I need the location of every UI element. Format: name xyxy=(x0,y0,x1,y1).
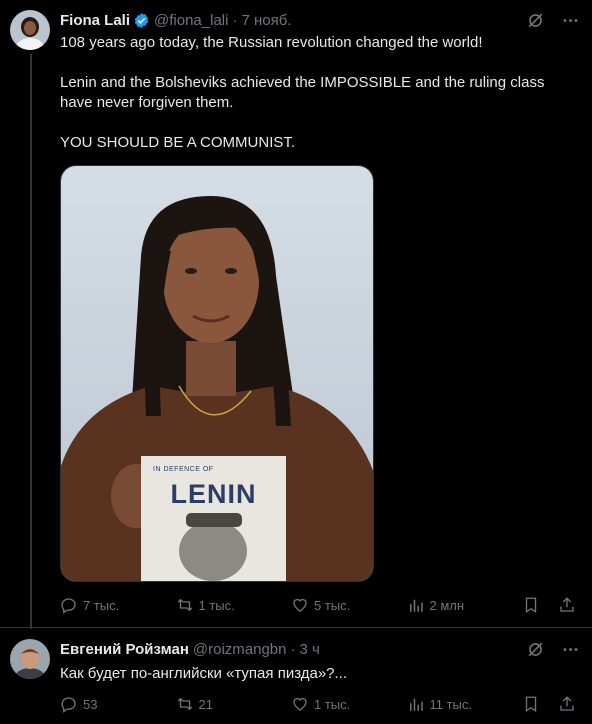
tweet-roizman[interactable]: Евгений Ройзман @roizmangbn · 3 ч Как бу… xyxy=(0,627,592,724)
like-icon xyxy=(293,598,307,612)
share-icon[interactable] xyxy=(558,695,576,713)
tweet-header: Fiona Lali @fiona_lali · 7 нояб. xyxy=(60,12,291,29)
reply-count: 7 тыс. xyxy=(83,597,120,613)
reply-button[interactable]: 53 xyxy=(60,695,176,713)
like-count: 1 тыс. xyxy=(314,696,351,712)
reply-count: 53 xyxy=(83,696,98,712)
views-button[interactable]: 2 млн xyxy=(407,596,523,614)
views-count: 2 млн xyxy=(429,597,465,613)
verified-badge-icon[interactable] xyxy=(133,12,150,29)
more-icon[interactable] xyxy=(561,11,580,30)
tweet-actions: 53 21 1 тыс. 11 тыс. xyxy=(60,695,576,713)
avatar-roizman[interactable] xyxy=(10,639,50,679)
author-handle[interactable]: @fiona_lali xyxy=(154,12,228,29)
reply-button[interactable]: 7 тыс. xyxy=(60,596,176,614)
bookmark-icon[interactable] xyxy=(522,695,540,713)
tweet-paragraph: Как будет по-английски «тупая пизда»?... xyxy=(60,665,348,682)
book-title: LENIN xyxy=(170,479,257,509)
views-count: 11 тыс. xyxy=(429,696,473,712)
like-button[interactable]: 5 тыс. xyxy=(291,596,407,614)
timestamp[interactable]: 3 ч xyxy=(300,641,320,658)
more-icon[interactable] xyxy=(561,640,580,659)
repost-icon xyxy=(177,598,192,612)
separator-dot: · xyxy=(290,641,296,658)
views-icon xyxy=(409,698,423,711)
reply-icon xyxy=(61,697,76,713)
thread-line xyxy=(30,54,32,629)
like-count: 5 тыс. xyxy=(314,597,351,613)
views-button[interactable]: 11 тыс. xyxy=(407,695,523,713)
author-handle[interactable]: @roizmangbn xyxy=(193,641,287,658)
avatar-fiona-lali[interactable] xyxy=(10,10,50,50)
grok-icon[interactable] xyxy=(526,640,545,659)
grok-icon[interactable] xyxy=(526,11,545,30)
author-name[interactable]: Fiona Lali xyxy=(60,12,130,29)
like-icon xyxy=(293,697,307,711)
separator-dot: · xyxy=(232,12,238,29)
repost-button[interactable]: 1 тыс. xyxy=(176,596,292,614)
tweet-header: Евгений Ройзман @roizmangbn · 3 ч xyxy=(60,641,320,658)
book-subtitle: IN DEFENCE OF xyxy=(153,466,214,473)
repost-icon xyxy=(177,697,192,711)
tweet-fiona-lali[interactable]: Fiona Lali @fiona_lali · 7 нояб. 108 yea… xyxy=(0,0,592,629)
like-button[interactable]: 1 тыс. xyxy=(291,695,407,713)
tweet-paragraph: YOU SHOULD BE A COMMUNIST. xyxy=(60,134,296,151)
bookmark-icon[interactable] xyxy=(522,596,540,614)
tweet-photo[interactable]: IN DEFENCE OF LENIN xyxy=(60,165,374,582)
tweet-paragraph: 108 years ago today, the Russian revolut… xyxy=(60,34,483,51)
tweet-actions: 7 тыс. 1 тыс. 5 тыс. 2 млн xyxy=(60,596,576,614)
tweet-corner-actions xyxy=(526,640,580,659)
repost-button[interactable]: 21 xyxy=(176,695,292,713)
timestamp[interactable]: 7 нояб. xyxy=(241,12,291,29)
views-icon xyxy=(409,599,423,612)
share-icon[interactable] xyxy=(558,596,576,614)
tweet-corner-actions xyxy=(526,11,580,30)
tweet-paragraph: Lenin and the Bolsheviks achieved the IM… xyxy=(60,74,545,111)
reply-icon xyxy=(61,598,76,614)
author-name[interactable]: Евгений Ройзман xyxy=(60,641,189,658)
repost-count: 21 xyxy=(198,696,213,712)
repost-count: 1 тыс. xyxy=(198,597,235,613)
tweet-text: 108 years ago today, the Russian revolut… xyxy=(60,33,575,173)
